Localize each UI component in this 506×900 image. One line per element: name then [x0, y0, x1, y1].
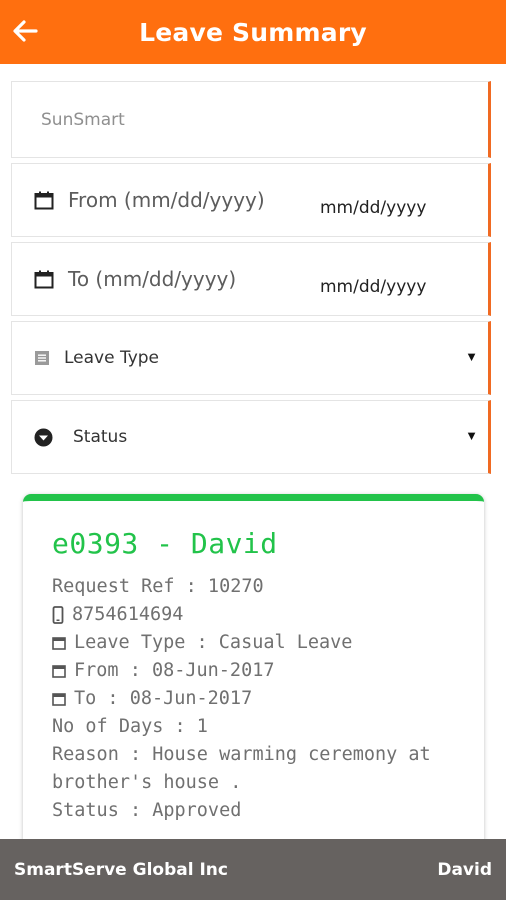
calendar-icon: [52, 665, 66, 678]
phone-number: 8754614694: [72, 604, 184, 625]
footer-user: David: [437, 859, 492, 880]
from-date-value[interactable]: mm/dd/yyyy: [320, 198, 426, 218]
app-bar: Leave Summary: [0, 0, 506, 64]
days-row: No of Days : 1: [52, 716, 208, 737]
status-label: Status: [73, 427, 128, 447]
status-row: Status : Approved: [52, 800, 242, 821]
from-date-field[interactable]: From (mm/dd/yyyy) mm/dd/yyyy: [11, 163, 491, 237]
to-value: To : 08-Jun-2017: [74, 688, 253, 709]
status-dropdown-icon: [34, 428, 53, 446]
reason-row: Reason : House warming ceremony at broth…: [52, 744, 431, 793]
back-button[interactable]: [8, 14, 42, 48]
calendar-icon: [34, 191, 54, 209]
company-name: SunSmart: [41, 109, 125, 130]
from-row: From : 08-Jun-2017: [52, 657, 484, 685]
dropdown-arrow-icon: ▼: [465, 428, 478, 443]
leave-type-row: Leave Type : Casual Leave: [52, 629, 484, 657]
status-select[interactable]: Status ▼: [11, 400, 491, 474]
company-field[interactable]: SunSmart: [11, 81, 491, 158]
to-date-value[interactable]: mm/dd/yyyy: [320, 277, 426, 297]
to-date-field[interactable]: To (mm/dd/yyyy) mm/dd/yyyy: [11, 242, 491, 316]
to-row: To : 08-Jun-2017: [52, 685, 484, 713]
employee-title: e0393 - David: [52, 527, 278, 560]
leave-request-card[interactable]: e0393 - David Request Ref : 10270 875461…: [23, 494, 484, 854]
from-date-label: From (mm/dd/yyyy): [68, 188, 265, 212]
phone-icon: [52, 606, 64, 624]
footer-bar: SmartServe Global Inc David: [0, 839, 506, 900]
dropdown-arrow-icon: ▼: [465, 349, 478, 364]
request-ref: Request Ref : 10270: [52, 576, 264, 597]
to-date-label: To (mm/dd/yyyy): [68, 267, 237, 291]
leave-type-label: Leave Type: [64, 348, 160, 368]
footer-company: SmartServe Global Inc: [14, 859, 228, 880]
from-value: From : 08-Jun-2017: [74, 660, 275, 681]
page-title: Leave Summary: [139, 17, 367, 47]
leave-type-select[interactable]: Leave Type ▼: [11, 321, 491, 395]
arrow-left-icon: [13, 20, 38, 42]
calendar-icon: [52, 693, 66, 706]
document-icon: [35, 351, 49, 365]
phone-row: 8754614694: [52, 601, 484, 629]
calendar-icon: [34, 270, 54, 288]
calendar-icon: [52, 637, 66, 650]
leave-type-value: Leave Type : Casual Leave: [74, 632, 353, 653]
